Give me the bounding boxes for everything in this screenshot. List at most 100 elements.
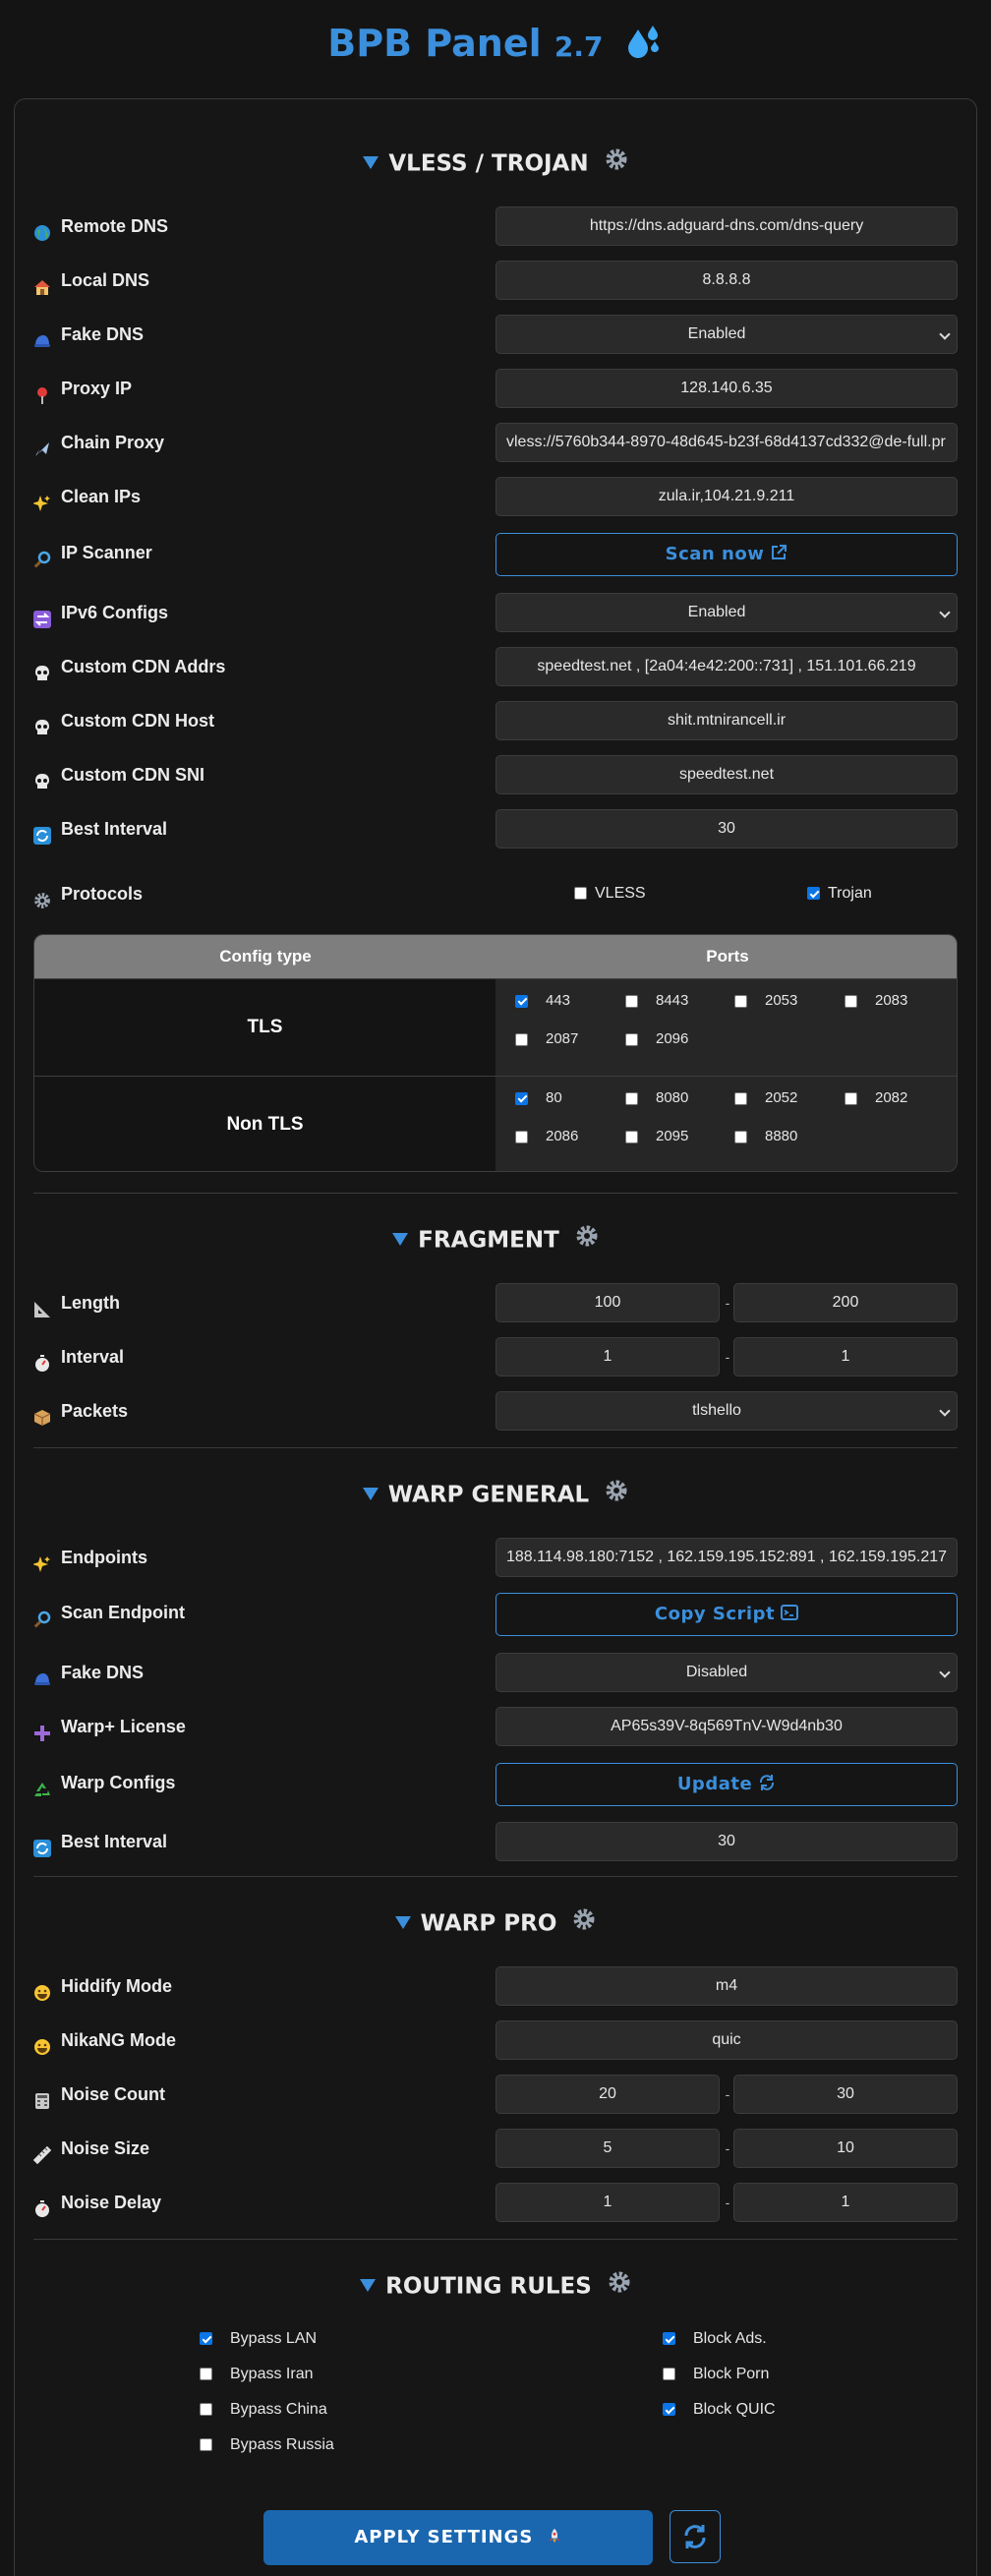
block-ads-option[interactable]: Block Ads.: [663, 2329, 767, 2349]
collapse-triangle-icon[interactable]: [362, 1487, 379, 1500]
noise-count-min-input[interactable]: 20: [496, 2075, 720, 2114]
noise-count-max-input[interactable]: 30: [733, 2075, 958, 2114]
scan-now-button[interactable]: Scan now: [496, 533, 958, 576]
row-noise-delay: Noise Delay 1 - 1: [33, 2183, 958, 2222]
port-2052[interactable]: 2052: [734, 1088, 797, 1108]
block-porn-option[interactable]: Block Porn: [663, 2365, 769, 2384]
refresh-icon: [684, 2525, 706, 2548]
bypass-iran-checkbox[interactable]: [200, 2368, 212, 2381]
section-title-fragment: FRAGMENT: [0, 1224, 991, 1256]
ipv6-select[interactable]: Enabled: [496, 593, 958, 632]
recycle-icon: [33, 1773, 51, 1797]
gear-icon: [572, 1907, 596, 1937]
bypass-iran-option[interactable]: Bypass Iran: [200, 2365, 313, 2384]
interval-max-input[interactable]: 1: [733, 1337, 958, 1376]
length-min-input[interactable]: 100: [496, 1283, 720, 1322]
bypass-lan-checkbox[interactable]: [200, 2332, 212, 2346]
port-2095[interactable]: 2095: [625, 1127, 688, 1146]
bypass-russia-checkbox[interactable]: [200, 2438, 212, 2452]
endpoints-input[interactable]: 188.114.98.180:7152 , 162.159.195.152:89…: [496, 1538, 958, 1577]
bypass-china-checkbox[interactable]: [200, 2403, 212, 2417]
bypass-china-option[interactable]: Bypass China: [200, 2400, 327, 2420]
port-2082[interactable]: 2082: [845, 1088, 907, 1108]
row-ipv6: IPv6 Configs Enabled: [33, 593, 958, 632]
fake-dns-select[interactable]: Enabled: [496, 315, 958, 354]
noise-delay-min-input[interactable]: 1: [496, 2183, 720, 2222]
noise-size-min-input[interactable]: 5: [496, 2129, 720, 2168]
block-porn-checkbox[interactable]: [663, 2368, 675, 2381]
row-warp-configs: Warp Configs Update: [33, 1763, 958, 1806]
update-warp-configs-button[interactable]: Update: [496, 1763, 958, 1806]
port-2083[interactable]: 2083: [845, 991, 907, 1011]
custom-cdn-addrs-input[interactable]: speedtest.net , [2a04:4e42:200::731] , 1…: [496, 647, 958, 686]
chain-proxy-input[interactable]: vless://5760b344-8970-48d645-b23f-68d413…: [496, 423, 958, 462]
collapse-triangle-icon[interactable]: [360, 2278, 377, 2292]
port-2086[interactable]: 2086: [515, 1127, 578, 1146]
block-quic-checkbox[interactable]: [663, 2403, 675, 2417]
vless-checkbox[interactable]: [574, 887, 587, 901]
row-interval: Interval 1 - 1: [33, 1337, 958, 1376]
noise-size-max-input[interactable]: 10: [733, 2129, 958, 2168]
row-best-interval: Best Interval 30: [33, 809, 958, 849]
row-endpoints: Endpoints 188.114.98.180:7152 , 162.159.…: [32, 1538, 958, 1577]
app-version: 2.7: [554, 30, 604, 63]
bypass-lan-option[interactable]: Bypass LAN: [200, 2329, 317, 2349]
warp-license-input[interactable]: AP65s39V-8q569TnV-W9d4nb30: [496, 1707, 958, 1746]
hiddify-mode-input[interactable]: m4: [496, 1966, 958, 2006]
ruler-triangle-icon: [33, 1293, 51, 1318]
divider: [33, 2239, 958, 2240]
gear-icon: [605, 147, 628, 177]
copy-script-button[interactable]: Copy Script: [496, 1593, 958, 1636]
noise-delay-max-input[interactable]: 1: [733, 2183, 958, 2222]
section-title-vless: VLESS / TROJAN: [0, 147, 991, 179]
droplets-icon: [624, 22, 664, 70]
custom-cdn-sni-input[interactable]: speedtest.net: [496, 755, 958, 794]
cap-icon: [33, 1663, 51, 1686]
rocket-icon: [549, 2528, 559, 2544]
trojan-checkbox[interactable]: [807, 887, 820, 901]
port-8443[interactable]: 8443: [625, 991, 688, 1011]
apply-settings-button[interactable]: APPLY SETTINGS: [263, 2510, 653, 2565]
skull-icon: [33, 657, 51, 681]
proxy-ip-input[interactable]: 128.140.6.35: [496, 369, 958, 408]
port-443[interactable]: 443: [515, 991, 570, 1011]
custom-cdn-host-input[interactable]: shit.mtnirancell.ir: [496, 701, 958, 740]
bypass-russia-option[interactable]: Bypass Russia: [200, 2435, 334, 2455]
port-2087[interactable]: 2087: [515, 1029, 578, 1049]
collapse-triangle-icon[interactable]: [394, 1915, 411, 1929]
port-8080[interactable]: 8080: [625, 1088, 688, 1108]
magnifier-icon: [33, 1603, 51, 1628]
collapse-triangle-icon[interactable]: [363, 155, 379, 169]
local-dns-input[interactable]: 8.8.8.8: [496, 261, 958, 300]
length-max-input[interactable]: 200: [733, 1283, 958, 1322]
packets-select[interactable]: tlshello: [496, 1391, 958, 1431]
divider: [33, 1447, 958, 1448]
globe-icon: [33, 216, 51, 242]
config-type-header: Config type: [219, 947, 312, 966]
port-80[interactable]: 80: [515, 1088, 562, 1108]
best-interval-input[interactable]: 30: [496, 809, 958, 849]
house-icon: [33, 270, 51, 296]
magnifier-icon: [33, 543, 51, 568]
gear-icon: [575, 1224, 599, 1254]
remote-dns-input[interactable]: https://dns.adguard-dns.com/dns-query: [496, 206, 958, 246]
interval-min-input[interactable]: 1: [496, 1337, 720, 1376]
protocol-vless[interactable]: VLESS: [574, 874, 646, 913]
cap-icon: [33, 324, 51, 348]
row-remote-dns: Remote DNS https://dns.adguard-dns.com/d…: [33, 206, 958, 246]
warp-fake-dns-select[interactable]: Disabled: [496, 1653, 958, 1692]
protocol-trojan[interactable]: Trojan: [807, 874, 872, 913]
non-tls-label: Non TLS: [34, 1077, 496, 1171]
grin-icon: [33, 1976, 51, 2002]
refresh-button[interactable]: [670, 2510, 721, 2563]
warp-best-interval-input[interactable]: 30: [496, 1822, 958, 1861]
port-2096[interactable]: 2096: [625, 1029, 688, 1049]
nikang-mode-input[interactable]: quic: [496, 2020, 958, 2060]
block-quic-option[interactable]: Block QUIC: [663, 2400, 776, 2420]
clean-ips-input[interactable]: zula.ir,104.21.9.211: [496, 477, 958, 516]
plane-icon: [33, 433, 51, 457]
collapse-triangle-icon[interactable]: [392, 1232, 409, 1246]
block-ads-checkbox[interactable]: [663, 2332, 675, 2346]
port-8880[interactable]: 8880: [734, 1127, 797, 1146]
port-2053[interactable]: 2053: [734, 991, 797, 1011]
